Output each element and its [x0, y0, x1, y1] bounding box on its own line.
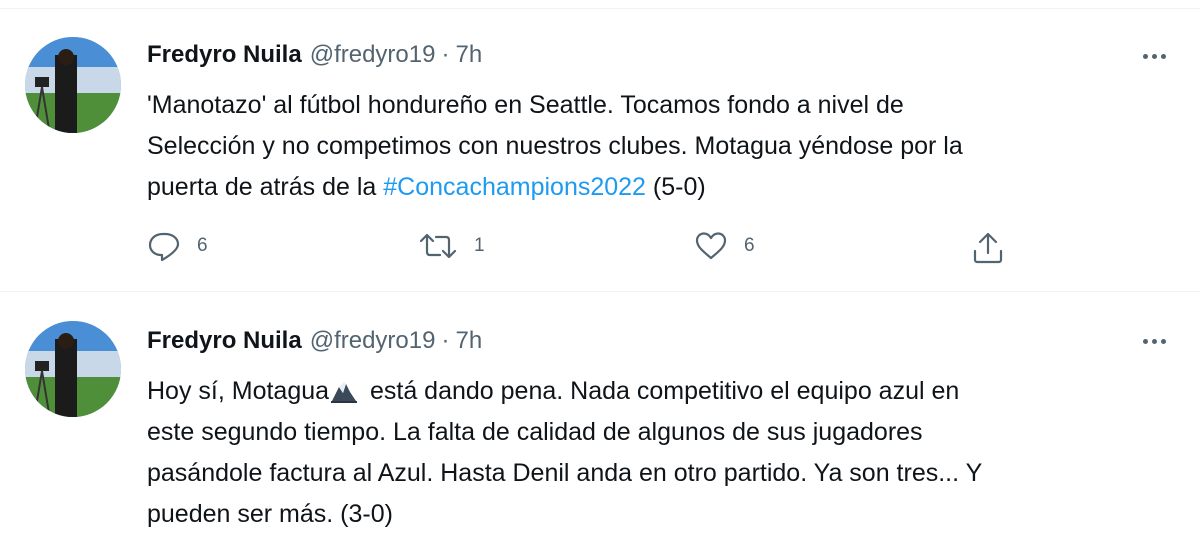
retweet-icon [419, 233, 457, 259]
reply-icon [148, 232, 180, 261]
tweet-text-line: pueden ser más. (3-0) [147, 500, 393, 528]
more-horizontal-icon [1151, 53, 1157, 59]
tweet-actions: 6 1 6 [0, 231, 1200, 264]
tweet-text-line: Selección y no competimos con nuestros c… [147, 132, 963, 160]
tweet-text: 'Manotazo' al fútbol hondureño en Seattl… [147, 85, 1187, 208]
tweet-text-line: 'Manotazo' al fútbol hondureño en Seattl… [147, 91, 904, 119]
avatar[interactable] [25, 37, 121, 133]
text-segment: puerta de atrás de la [147, 173, 384, 201]
share-button[interactable] [971, 231, 1005, 265]
reply-button[interactable]: 6 [147, 231, 208, 261]
author-handle[interactable]: @fredyro19 [310, 327, 436, 354]
more-options-button[interactable] [1136, 331, 1172, 351]
tweet-header: Fredyro Nuila @fredyro19 · 7h [147, 326, 482, 356]
text-segment: está dando pena. Nada competitivo el equ… [363, 377, 960, 405]
reply-count: 6 [197, 235, 208, 256]
author-name[interactable]: Fredyro Nuila [147, 41, 302, 68]
tweet-text-line: pasándole factura al Azul. Hasta Denil a… [147, 459, 983, 487]
eagle-emoji-icon [331, 382, 358, 403]
author-name[interactable]: Fredyro Nuila [147, 327, 302, 354]
avatar[interactable] [25, 321, 121, 417]
author-handle[interactable]: @fredyro19 [310, 41, 436, 68]
like-count: 6 [744, 235, 755, 256]
tweet-time[interactable]: 7h [455, 41, 482, 68]
text-segment: (5-0) [645, 173, 706, 201]
like-button[interactable]: 6 [694, 231, 755, 261]
retweet-count: 1 [474, 235, 485, 256]
top-divider [0, 0, 1200, 9]
tweet-feed: Fredyro Nuila @fredyro19 · 7h 'Manotazo' al… [0, 0, 1200, 540]
more-horizontal-icon [1142, 338, 1148, 344]
tweet[interactable]: Fredyro Nuila @fredyro19 · 7h Hoy sí, Motag… [0, 292, 1200, 540]
tweet-text-line: este segundo tiempo. La falta de calidad… [147, 418, 923, 446]
more-horizontal-icon [1160, 53, 1166, 59]
more-horizontal-icon [1142, 53, 1148, 59]
tweet[interactable]: Fredyro Nuila @fredyro19 · 7h 'Manotazo' al… [0, 9, 1200, 292]
more-horizontal-icon [1160, 338, 1166, 344]
more-horizontal-icon [1151, 338, 1157, 344]
separator: · [441, 327, 450, 354]
tweet-text-line: Hoy sí, Motagua está dando pena. Nada co… [147, 371, 1187, 412]
tweet-time[interactable]: 7h [455, 327, 482, 354]
tweet-header: Fredyro Nuila @fredyro19 · 7h [147, 40, 482, 70]
separator: · [441, 41, 450, 68]
heart-icon [695, 232, 727, 260]
hashtag-link[interactable]: #Concachampions2022 [383, 173, 646, 201]
more-options-button[interactable] [1136, 46, 1172, 66]
text-segment: Hoy sí, Motagua [147, 377, 330, 405]
tweet-text-line: puerta de atrás de la #Concachampions202… [147, 167, 1187, 208]
share-icon [973, 232, 1003, 264]
tweet-text: Hoy sí, Motagua está dando pena. Nada co… [147, 371, 1187, 535]
retweet-button[interactable]: 1 [418, 231, 485, 261]
